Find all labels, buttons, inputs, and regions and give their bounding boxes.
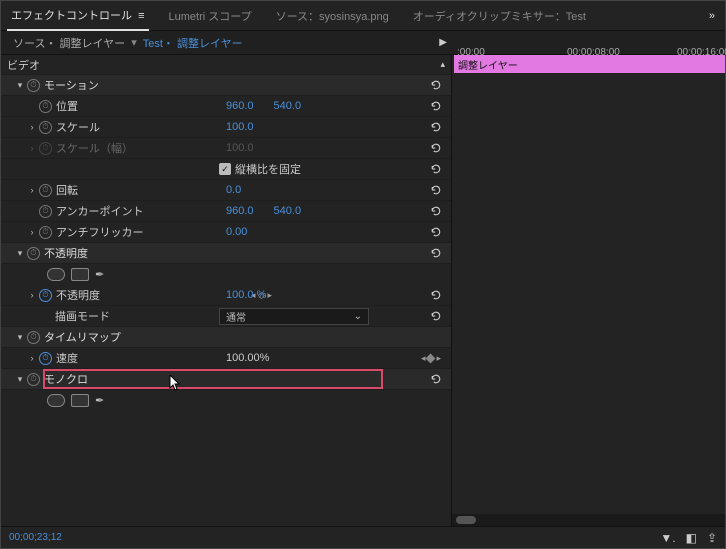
chevron-down-icon: ⌄ (354, 311, 362, 322)
rect-mask-icon[interactable] (71, 394, 89, 407)
status-bar: 00;00;23;12 ▼. ◧ ⇪ (1, 526, 725, 548)
stopwatch-icon[interactable]: ⏱ (39, 100, 52, 113)
source-label: ソース・ 調整レイヤー (13, 35, 125, 51)
stopwatch-icon[interactable]: ⏱ (27, 247, 40, 260)
reset-icon[interactable] (427, 309, 445, 323)
prop-anchor[interactable]: ⏱ アンカーポイント 960.0540.0 (1, 201, 451, 222)
fx-motion-header[interactable]: ▾ ⏱ モーション (1, 75, 451, 96)
stopwatch-icon[interactable]: ⏱ (39, 121, 52, 134)
timecode[interactable]: 00;00;23;12 (9, 532, 62, 543)
blend-mode-dropdown[interactable]: 通常⌄ (219, 308, 369, 325)
category-video: ビデオ ▴ (1, 55, 451, 75)
export-icon[interactable]: ⇪ (707, 531, 717, 545)
timeline-pane[interactable]: 調整レイヤー (451, 55, 725, 526)
reset-icon[interactable] (427, 162, 445, 176)
fx-monochrome-header[interactable]: ▾ ⏱ モノクロ (1, 369, 451, 390)
ellipse-mask-icon[interactable] (47, 394, 65, 407)
reset-icon[interactable] (427, 78, 445, 92)
keyframe-nav[interactable]: ◂ ▸ (421, 353, 441, 364)
tab-effect-controls[interactable]: エフェクトコントロール ≡ (7, 1, 149, 31)
panel-tabs: エフェクトコントロール ≡ Lumetri スコープ ソース：syosinsya… (1, 1, 725, 31)
stopwatch-icon[interactable]: ⏱ (39, 226, 52, 239)
prop-opacity[interactable]: › ⏱ 不透明度 100.0 % ◂ ◇ ▸ (1, 285, 451, 306)
prop-speed[interactable]: › ⏱ 速度 100.00% ◂ ▸ (1, 348, 451, 369)
mask-tools-mono: ✒ (1, 390, 451, 411)
reset-icon[interactable] (427, 372, 445, 386)
reset-icon[interactable] (427, 288, 445, 302)
fx-opacity-header[interactable]: ▾ ⏱ 不透明度 (1, 243, 451, 264)
reset-icon[interactable] (427, 99, 445, 113)
pen-mask-icon[interactable]: ✒ (95, 268, 104, 281)
reset-icon[interactable] (427, 141, 445, 155)
tab-lumetri[interactable]: Lumetri スコープ (165, 2, 256, 30)
reset-icon[interactable] (427, 246, 445, 260)
prop-blend-mode[interactable]: 描画モード 通常⌄ (1, 306, 451, 327)
clip-label[interactable]: Test・ 調整レイヤー (143, 35, 243, 51)
selection-highlight (43, 369, 383, 389)
reset-icon[interactable] (427, 225, 445, 239)
reset-icon[interactable] (427, 204, 445, 218)
pen-mask-icon[interactable]: ✒ (95, 394, 104, 407)
overflow-icon[interactable]: » (709, 10, 725, 22)
checkbox-icon[interactable]: ✓ (219, 163, 231, 175)
filter-icon[interactable]: ▼. (660, 531, 675, 545)
prop-rotation[interactable]: › ⏱ 回転 0.0 (1, 180, 451, 201)
reset-icon[interactable] (427, 183, 445, 197)
stopwatch-icon[interactable]: ⏱ (39, 205, 52, 218)
reset-icon[interactable] (427, 120, 445, 134)
prop-scale-width: › ⏱ スケール（幅） 100.0 (1, 138, 451, 159)
prop-antiflicker[interactable]: › ⏱ アンチフリッカー 0.00 (1, 222, 451, 243)
mask-tools: ✒ (1, 264, 451, 285)
collapse-icon[interactable]: ▴ (440, 59, 445, 70)
stopwatch-icon[interactable]: ⏱ (39, 184, 52, 197)
play-icon[interactable]: ▶ (439, 37, 457, 48)
stopwatch-icon[interactable]: ⏱ (27, 331, 40, 344)
dock-icon[interactable]: ◧ (686, 531, 697, 545)
rect-mask-icon[interactable] (71, 268, 89, 281)
prop-scale[interactable]: › ⏱ スケール 100.0 (1, 117, 451, 138)
ellipse-mask-icon[interactable] (47, 268, 65, 281)
tab-source[interactable]: ソース：syosinsya.png (272, 2, 393, 30)
stopwatch-icon[interactable]: ⏱ (39, 289, 52, 302)
horizontal-scrollbar[interactable] (452, 514, 725, 526)
prop-uniform-scale[interactable]: ✓ 縦横比を固定 (1, 159, 451, 180)
stopwatch-icon[interactable]: ⏱ (27, 373, 40, 386)
stopwatch-icon[interactable]: ⏱ (27, 79, 40, 92)
stopwatch-icon: ⏱ (39, 142, 52, 155)
tab-audio-mixer[interactable]: オーディオクリップミキサー：Test (409, 2, 590, 30)
fx-time-remap-header[interactable]: ▾ ⏱ タイムリマップ (1, 327, 451, 348)
timeline-clip[interactable]: 調整レイヤー (454, 55, 725, 73)
stopwatch-icon[interactable]: ⏱ (39, 352, 52, 365)
prop-position[interactable]: ⏱ 位置 960.0540.0 (1, 96, 451, 117)
